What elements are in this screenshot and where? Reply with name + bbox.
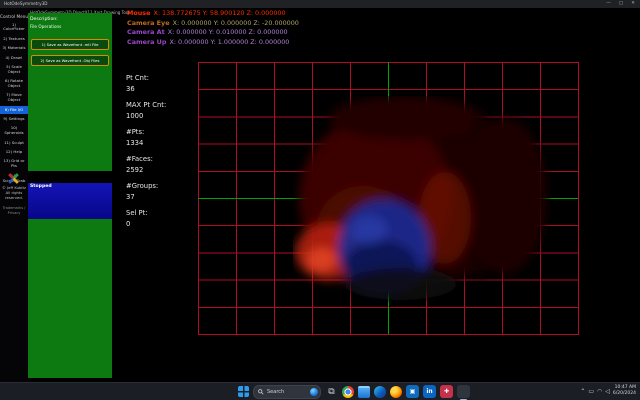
sidebar-item[interactable]: 7) Move Object (0, 92, 28, 105)
sidebar-item[interactable]: 12) Help (0, 149, 28, 157)
task-view-icon[interactable]: ⧉ (325, 385, 338, 398)
sidebar-item[interactable]: 4) Draw! (0, 54, 28, 62)
desktop: HotOdeSymmetry3D — ▢ ✕ HotOdeSymmetry3D … (0, 0, 640, 400)
mesh-stats: Pt Cnt: 36 MAX Pt Cnt: 1000 #Pts: 1334 #Faces:… (126, 74, 196, 236)
sidebar-item[interactable]: 3) Materials (0, 45, 28, 53)
mesh-object[interactable] (293, 96, 551, 302)
stat-label: #Faces: (126, 155, 196, 163)
tray-icons: ⌃▭◠◁ (580, 388, 610, 395)
pinned-apps: ⧉ ▣ in ✚ (325, 385, 470, 398)
sidebar-item[interactable]: 10) Spheroids (0, 125, 28, 138)
firefox-icon[interactable] (390, 386, 402, 398)
display-icon[interactable]: ▭ (588, 388, 594, 395)
stat-value: 37 (126, 193, 196, 201)
stat-pair: #Pts: 1334 (126, 128, 196, 147)
taskbar-apps: Search ⧉ ▣ in ✚ (238, 385, 470, 399)
edge-icon[interactable] (374, 386, 386, 398)
save-buttons-group: 1) Save as Wavefront .mtl File 2) Save as… (31, 39, 109, 66)
volume-icon[interactable]: ◁ (605, 388, 610, 395)
stat-pair: #Groups: 37 (126, 182, 196, 201)
stat-pair: MAX Pt Cnt: 1000 (126, 101, 196, 120)
sidebar-item[interactable]: 2) Textures (0, 35, 28, 43)
start-button-icon[interactable] (238, 386, 249, 397)
chrome-icon[interactable] (342, 386, 354, 398)
description-label: Description: (30, 17, 58, 22)
sidebar-menu: 1) ColorPicker2) Textures 3) Materials4) … (0, 21, 28, 185)
clock-date: 6/20/2024 (613, 391, 636, 396)
stat-value: 36 (126, 85, 196, 93)
sidebar-item[interactable]: 8) File I/O (0, 106, 28, 114)
status-badge: Stopped (30, 184, 52, 189)
sidebar-item[interactable]: 13) Grid or Pts (0, 158, 28, 171)
camera-eye-readout: Camera EyeX: 0.000000 Y: 0.000000 Z: -20… (127, 19, 299, 29)
copyright-text: © Jeff Kubitz All rights reserved. (0, 186, 28, 201)
copilot-icon (310, 388, 318, 396)
security-icon[interactable]: ✚ (440, 385, 453, 398)
window-controls: — ▢ ✕ (606, 1, 635, 6)
search-icon (258, 389, 264, 395)
store-icon[interactable]: ▣ (406, 385, 419, 398)
system-tray: ⌃▭◠◁ 10:47 AM 6/20/2024 (580, 384, 636, 398)
app-x-icon[interactable] (457, 385, 470, 398)
stat-pair: Pt Cnt: 36 (126, 74, 196, 93)
linkedin-icon[interactable]: in (423, 385, 436, 398)
description-text: File Operations (30, 24, 61, 29)
stat-label: Sel Pt: (126, 209, 196, 217)
stat-pair: #Faces: 2592 (126, 155, 196, 174)
stat-value: 1334 (126, 139, 196, 147)
status-panel: Stopped (28, 183, 112, 219)
window-tab-title: HotOdeSymmetry3D (4, 1, 47, 6)
stat-value: 0 (126, 220, 196, 228)
stat-label: MAX Pt Cnt: (126, 101, 196, 109)
search-placeholder: Search (267, 389, 307, 395)
close-button[interactable]: ✕ (631, 1, 635, 6)
stat-value: 1000 (126, 112, 196, 120)
stat-label: #Pts: (126, 128, 196, 136)
maximize-button[interactable]: ▢ (619, 1, 623, 6)
minimize-button[interactable]: — (606, 1, 611, 6)
sidebar-item[interactable]: 6) Rotate Object (0, 78, 28, 91)
sidebar-item[interactable]: 5) Scale Object (0, 63, 28, 76)
sidebar-logo-icon (7, 172, 20, 185)
chevron-up-icon[interactable]: ⌃ (580, 388, 585, 395)
save-wavefront-button[interactable]: 2) Save as Wavefront .Obj Files (31, 55, 109, 66)
stat-label: Pt Cnt: (126, 74, 196, 82)
stat-value: 2592 (126, 166, 196, 174)
stat-pair: Sel Pt: 0 (126, 209, 196, 228)
sidebar-header: Control Menu (0, 14, 28, 19)
clock-time: 10:47 AM (615, 385, 636, 390)
camera-at-readout: Camera AtX: 0.000000 Y: 0.010000 Z: 0.00… (127, 28, 299, 38)
trademarks-privacy-link[interactable]: Trademarks / Privacy (0, 206, 28, 215)
sidebar-item[interactable]: 1) ColorPicker (0, 21, 28, 34)
stat-label: #Groups: (126, 182, 196, 190)
file-operations-panel: Description: File Operations 1) Save as … (28, 13, 112, 171)
sidebar-item[interactable]: 9) Settings (0, 116, 28, 124)
coordinate-readout: MouseX: 138.772675 Y: 58.900120 Z: 0.000… (127, 9, 299, 47)
window-titlebar (0, 0, 640, 8)
search-input[interactable]: Search (253, 385, 321, 399)
mouse-readout: MouseX: 138.772675 Y: 58.900120 Z: 0.000… (127, 9, 299, 19)
file-explorer-icon[interactable] (358, 386, 370, 398)
save-wavefront-button[interactable]: 1) Save as Wavefront .mtl File (31, 39, 109, 50)
wifi-icon[interactable]: ◠ (597, 388, 602, 395)
sidebar-item[interactable]: 11) Sculpt (0, 139, 28, 147)
lower-green-panel (28, 219, 112, 378)
taskbar-clock[interactable]: 10:47 AM 6/20/2024 (613, 385, 636, 398)
camera-up-readout: Camera UpX: 0.000000 Y: 1.000000 Z: 0.00… (127, 38, 299, 48)
